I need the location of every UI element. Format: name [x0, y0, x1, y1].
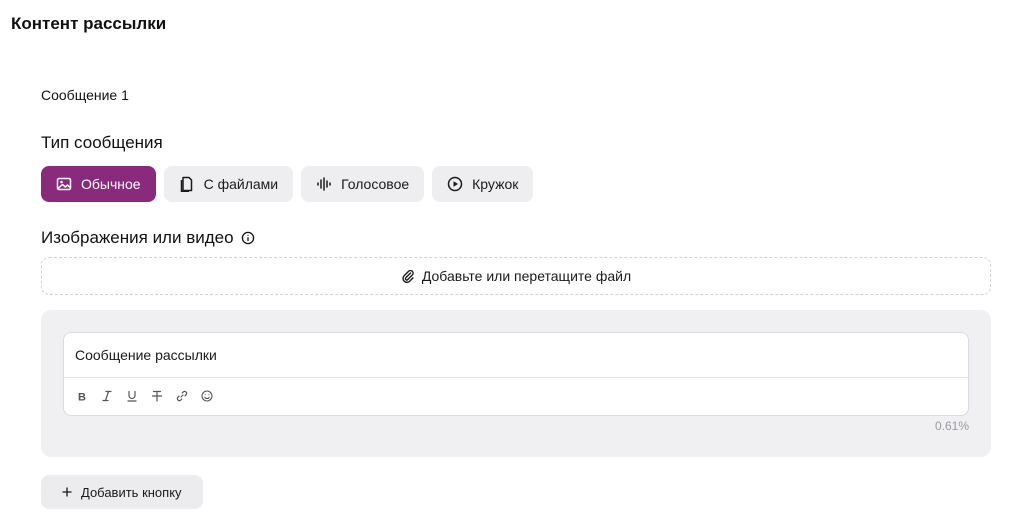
media-heading-label: Изображения или видео: [41, 228, 234, 247]
link-icon[interactable]: [176, 390, 188, 402]
type-tab-voice[interactable]: Голосовое: [301, 166, 425, 202]
editor-divider: [64, 377, 968, 378]
type-tab-circle[interactable]: Кружок: [432, 166, 534, 202]
dropzone-label: Добавьте или перетащите файл: [421, 268, 632, 284]
type-tab-label: Кружок: [472, 176, 519, 192]
file-icon: [179, 176, 195, 192]
character-count: 0.61%: [934, 419, 969, 433]
message-type-heading: Тип сообщения: [41, 133, 163, 152]
message-text[interactable]: Сообщение рассылки: [75, 347, 217, 363]
strikethrough-icon[interactable]: [151, 390, 163, 402]
message-editor-panel: Сообщение рассылки B 0.61%: [41, 310, 991, 457]
add-button-button[interactable]: Добавить кнопку: [41, 475, 203, 509]
type-tab-label: Голосовое: [341, 176, 410, 192]
svg-text:B: B: [78, 392, 86, 403]
type-tab-files[interactable]: С файлами: [163, 166, 294, 202]
message-label: Сообщение 1: [41, 87, 129, 103]
mailing-content-page: Контент рассылки Сообщение 1 Тип сообщен…: [0, 0, 1032, 526]
bold-icon[interactable]: B: [76, 390, 88, 403]
info-icon[interactable]: [241, 231, 255, 245]
message-type-tabs: Обычное С файлами Голосовое Кружок: [41, 166, 534, 202]
media-heading: Изображения или видео: [41, 228, 255, 248]
waveform-icon: [316, 176, 332, 192]
play-circle-icon: [447, 176, 463, 192]
type-tab-label: Обычное: [81, 176, 141, 192]
italic-icon[interactable]: [101, 390, 113, 402]
emoji-icon[interactable]: [201, 390, 213, 402]
section-title: Контент рассылки: [11, 14, 167, 33]
message-editor[interactable]: Сообщение рассылки B: [63, 332, 969, 416]
add-button-label: Добавить кнопку: [81, 484, 182, 500]
paperclip-icon: [401, 269, 415, 283]
formatting-toolbar: B: [76, 390, 213, 402]
plus-icon: [62, 487, 72, 497]
underline-icon[interactable]: [126, 390, 138, 402]
type-tab-label: С файлами: [203, 176, 279, 192]
type-tab-regular[interactable]: Обычное: [41, 166, 156, 202]
file-dropzone[interactable]: Добавьте или перетащите файл: [41, 257, 991, 295]
image-icon: [56, 176, 72, 192]
